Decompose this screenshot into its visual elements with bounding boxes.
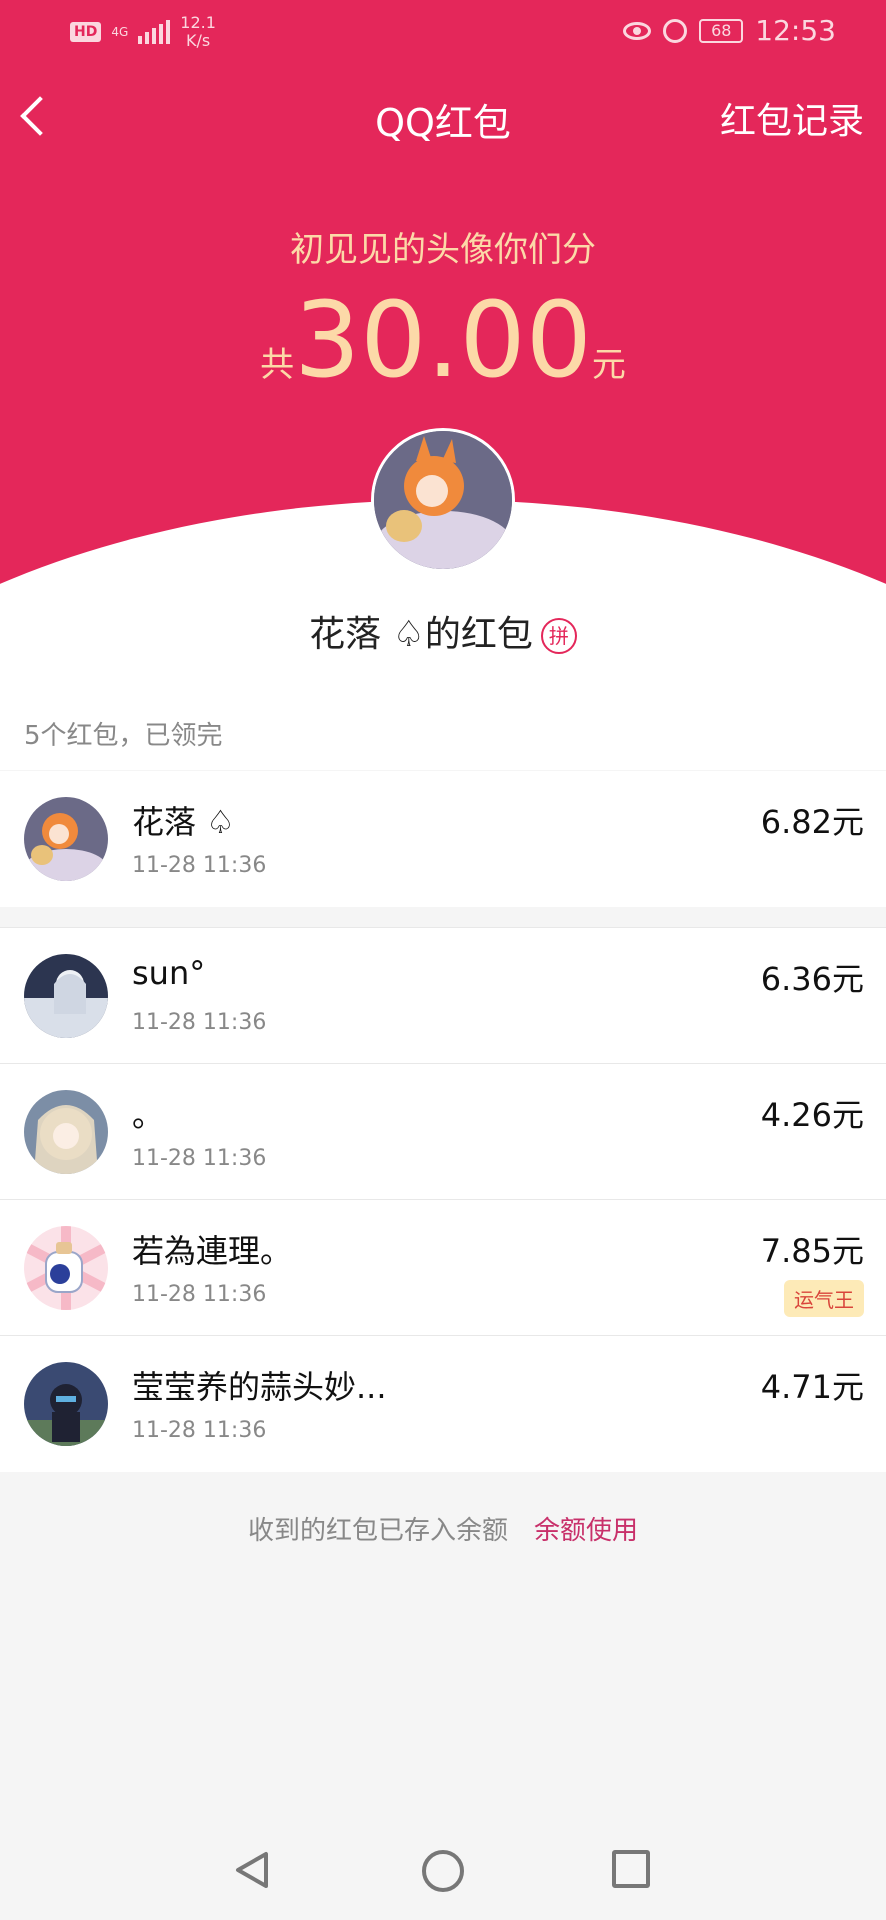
receiver-name: sun° bbox=[132, 954, 206, 992]
list-item[interactable]: 若為連理。 11-28 11:36 7.85元 运气王 bbox=[0, 1200, 886, 1336]
list-item[interactable]: 花落 ♤ 11-28 11:36 6.82元 bbox=[0, 771, 886, 907]
battery-icon: 68 bbox=[699, 18, 744, 43]
avatar[interactable] bbox=[24, 1090, 108, 1174]
network-speed-unit: K/s bbox=[185, 31, 211, 50]
avatar[interactable] bbox=[24, 1362, 108, 1446]
packet-count-label: 5个红包，已领完 bbox=[24, 721, 223, 751]
signal-icon bbox=[138, 20, 171, 44]
receive-amount: 4.71元 bbox=[760, 1368, 864, 1406]
network-speed-value: 12.1 bbox=[180, 13, 216, 32]
receive-time: 11-28 11:36 bbox=[132, 1146, 267, 1171]
total-amount: 共30.00元 bbox=[0, 280, 886, 400]
amount-value: 30.00 bbox=[294, 279, 592, 401]
status-bar: HD 4G 12.1 K/s 68 12:53 bbox=[0, 0, 886, 66]
system-navigation-bar bbox=[0, 1820, 886, 1920]
receive-time: 11-28 11:36 bbox=[132, 1282, 267, 1307]
sender-received-list: 花落 ♤ 11-28 11:36 6.82元 bbox=[0, 771, 886, 907]
receiver-name: 若為連理。 bbox=[132, 1232, 293, 1270]
receiver-name: 。 bbox=[132, 1096, 165, 1134]
network-label: 4G bbox=[111, 24, 129, 39]
avatar[interactable] bbox=[24, 797, 108, 881]
list-item[interactable]: 。 11-28 11:36 4.26元 bbox=[0, 1064, 886, 1200]
avatar[interactable] bbox=[24, 1226, 108, 1310]
receive-amount: 7.85元 bbox=[760, 1232, 864, 1270]
group-packet-badge: 拼 bbox=[540, 618, 577, 654]
hd-icon: HD bbox=[70, 22, 102, 42]
network-speed: 12.1 K/s bbox=[180, 14, 216, 50]
recents-nav-icon[interactable] bbox=[612, 1850, 650, 1888]
receiver-name: 莹莹养的蒜头妙... bbox=[132, 1368, 387, 1406]
balance-note: 收到的红包已存入余额 余额使用 bbox=[0, 1510, 886, 1547]
receiver-name: 花落 ♤ bbox=[132, 803, 235, 841]
status-time: 12:53 bbox=[755, 14, 836, 47]
luckiest-badge: 运气王 bbox=[784, 1280, 864, 1317]
red-packet-records-link[interactable]: 红包记录 bbox=[720, 92, 864, 144]
back-nav-icon[interactable] bbox=[232, 1850, 272, 1890]
packet-message: 初见见的头像你们分 bbox=[290, 230, 596, 270]
amount-suffix: 元 bbox=[591, 345, 626, 385]
receive-time: 11-28 11:36 bbox=[132, 1010, 267, 1035]
list-item[interactable]: 莹莹养的蒜头妙... 11-28 11:36 4.71元 bbox=[0, 1336, 886, 1472]
receivers-list: sun° 11-28 11:36 6.36元 。 11-28 11:36 4.2… bbox=[0, 927, 886, 1472]
home-nav-icon[interactable] bbox=[422, 1850, 464, 1892]
receive-time: 11-28 11:36 bbox=[132, 853, 267, 878]
sender-avatar[interactable] bbox=[371, 428, 515, 572]
eye-icon bbox=[623, 21, 652, 40]
balance-use-link[interactable]: 余额使用 bbox=[534, 1516, 638, 1546]
amount-prefix: 共 bbox=[260, 345, 295, 385]
balance-note-text: 收到的红包已存入余额 bbox=[247, 1516, 508, 1546]
sender-label: 花落 ♤的红包 bbox=[309, 614, 533, 655]
alarm-icon bbox=[663, 18, 688, 43]
sender-line: 花落 ♤的红包拼 bbox=[0, 605, 886, 657]
list-item[interactable]: sun° 11-28 11:36 6.36元 bbox=[0, 928, 886, 1064]
receive-amount: 4.26元 bbox=[760, 1096, 864, 1134]
receive-amount: 6.82元 bbox=[760, 803, 864, 841]
avatar[interactable] bbox=[24, 954, 108, 1038]
receive-amount: 6.36元 bbox=[760, 960, 864, 998]
receive-time: 11-28 11:36 bbox=[132, 1418, 267, 1443]
